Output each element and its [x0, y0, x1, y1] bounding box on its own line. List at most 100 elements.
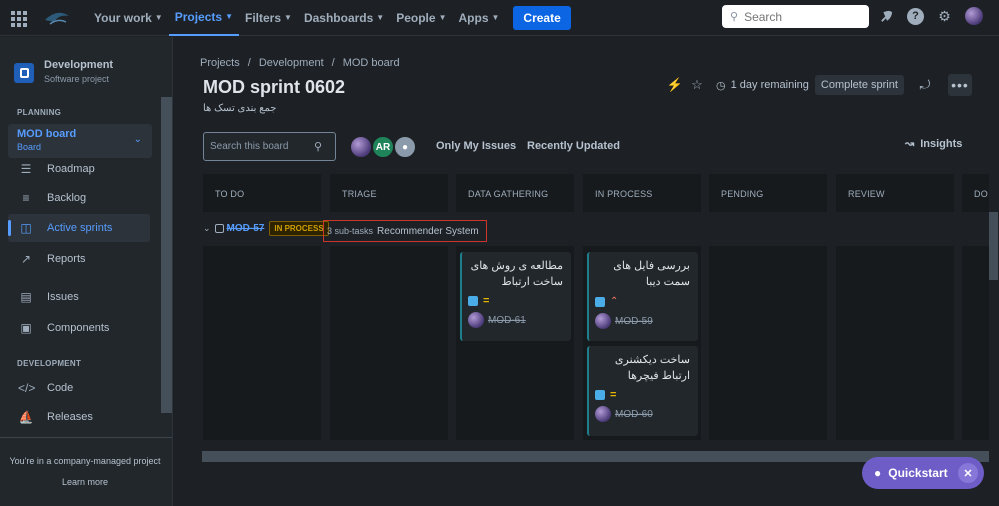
search-icon: ⚲	[730, 11, 739, 23]
breadcrumb-separator: /	[247, 57, 251, 69]
nav-label: Projects	[174, 9, 223, 24]
sidebar-item-label: Releases	[47, 411, 93, 423]
board-vertical-scrollbar[interactable]	[989, 212, 998, 280]
sidebar-item-issues[interactable]: ▤ Issues	[8, 283, 150, 311]
project-sidebar: Development Software project PLANNING MO…	[0, 37, 173, 506]
board-subtitle: Board	[17, 142, 42, 152]
components-icon: ▣	[20, 321, 32, 335]
nav-people[interactable]: People ▼	[390, 0, 452, 36]
sidebar-item-label: Active sprints	[47, 222, 113, 234]
column-header-to-do: TO DO	[203, 174, 321, 212]
only-my-issues-filter[interactable]: Only My Issues	[436, 140, 516, 152]
project-icon	[14, 63, 34, 83]
insights-label: Insights	[920, 137, 963, 150]
chevron-down-icon: ▼	[438, 13, 447, 22]
insights-button[interactable]: ↝ Insights	[905, 137, 963, 151]
jira-logo[interactable]	[42, 6, 72, 30]
parent-issue-summary: Recommender System	[377, 225, 479, 237]
automation-lightning-icon[interactable]: ⚡	[664, 77, 686, 93]
breadcrumb-mod-board[interactable]: MOD board	[343, 57, 400, 69]
sidebar-item-backlog[interactable]: ≡ Backlog	[8, 184, 150, 212]
avatar[interactable]	[349, 135, 373, 159]
sidebar-item-reports[interactable]: ↗ Reports	[8, 245, 150, 273]
share-icon[interactable]: ⤾	[914, 77, 936, 93]
card-key: MOD-61	[488, 314, 526, 326]
project-header[interactable]: Development Software project	[14, 59, 113, 84]
assignee-filter: AR ●	[349, 135, 417, 159]
clock-icon: ◷	[716, 79, 726, 92]
nav-label: Apps	[458, 10, 489, 25]
sidebar-item-releases[interactable]: ⛵ Releases	[8, 403, 150, 431]
sidebar-divider	[0, 437, 172, 438]
sprint-goal: جمع بندی تسک ها	[203, 103, 277, 114]
sidebar-item-label: Components	[47, 322, 110, 334]
sidebar-item-code[interactable]: </> Code	[8, 374, 150, 402]
nav-your-work[interactable]: Your work ▼	[88, 0, 169, 36]
priority-high-icon: ⌃	[610, 296, 619, 307]
board-search[interactable]: ⚲	[203, 132, 336, 161]
sidebar-item-roadmap[interactable]: ☰ Roadmap	[8, 155, 150, 183]
sidebar-item-components[interactable]: ▣ Components	[8, 314, 150, 342]
column-body-done	[962, 246, 989, 440]
notifications-icon[interactable]	[878, 8, 895, 25]
profile-avatar[interactable]	[965, 7, 983, 25]
settings-gear-icon[interactable]: ⚙	[936, 8, 953, 25]
story-type-icon	[214, 224, 224, 233]
assignee-avatar	[468, 312, 484, 328]
quickstart-label: Quickstart	[888, 466, 948, 480]
parent-issue-key[interactable]: MOD-57	[227, 223, 265, 234]
close-icon[interactable]: ✕	[958, 463, 978, 483]
planning-section-label: PLANNING	[17, 108, 62, 117]
board-selector[interactable]: MOD board Board ⌄	[8, 124, 152, 158]
help-icon[interactable]: ?	[907, 7, 924, 25]
complete-sprint-button[interactable]: Complete sprint	[814, 75, 904, 95]
card-title: مطالعه ی روش های ساخت ارتباط	[470, 260, 563, 288]
chevron-down-icon: ▼	[284, 13, 292, 22]
issue-card[interactable]: مطالعه ی روش های ساخت ارتباط = MOD-61	[460, 252, 571, 341]
nav-apps[interactable]: Apps ▼	[453, 0, 506, 36]
nav-dashboards[interactable]: Dashboards ▼	[298, 0, 390, 36]
backlog-icon: ≡	[22, 191, 30, 205]
sidebar-item-active-sprints[interactable]: ◫ Active sprints	[8, 214, 150, 242]
avatar-initials[interactable]: AR	[371, 135, 395, 159]
learn-more-link[interactable]: Learn more	[0, 477, 170, 487]
recently-updated-filter[interactable]: Recently Updated	[527, 140, 620, 152]
column-body-pending	[709, 246, 827, 440]
chevron-down-icon: ▼	[376, 13, 385, 22]
assignee-avatar	[595, 313, 611, 329]
global-search-input[interactable]	[744, 9, 855, 24]
app-switcher-icon[interactable]	[8, 8, 28, 28]
insights-chart-icon: ↝	[905, 138, 915, 150]
nav-label: Dashboards	[303, 10, 374, 25]
sidebar-item-label: Issues	[47, 291, 79, 303]
breadcrumb-development[interactable]: Development	[259, 57, 324, 69]
nav-filters[interactable]: Filters ▼	[239, 0, 298, 36]
issue-card[interactable]: ساخت دیکشنری ارتباط فیچرها = MOD-60	[587, 346, 698, 436]
sidebar-scrollbar[interactable]	[161, 97, 172, 413]
breadcrumb-projects[interactable]: Projects	[200, 57, 240, 69]
star-icon[interactable]: ☆	[686, 77, 708, 93]
create-button[interactable]: Create	[513, 5, 571, 30]
card-title: بررسی فایل های سمت دیبا	[613, 260, 690, 288]
card-key: MOD-59	[615, 315, 653, 327]
subtask-icon	[468, 296, 478, 306]
more-actions-icon[interactable]: •••	[947, 74, 972, 96]
chevron-down-icon[interactable]: ⌄	[203, 223, 211, 234]
subtask-icon	[595, 390, 605, 400]
column-header-triage: TRIAGE	[330, 174, 448, 212]
card-key: MOD-60	[615, 408, 653, 420]
sprint-remaining: ◷ 1 day remaining	[716, 79, 809, 92]
board-icon: ◫	[20, 221, 32, 235]
project-name: Development	[44, 59, 114, 71]
avatar-unassigned-icon[interactable]: ●	[393, 135, 417, 159]
issue-card[interactable]: بررسی فایل های سمت دیبا ⌃ MOD-59	[587, 252, 698, 341]
swimlane-header[interactable]: ⌄ MOD-57 IN PROCESS	[203, 221, 329, 236]
chevron-down-icon: ▼	[491, 13, 500, 22]
project-type: Software project	[44, 74, 110, 84]
nav-label: Filters	[245, 10, 282, 25]
subtask-icon	[595, 296, 605, 307]
quickstart-button[interactable]: ● Quickstart ✕	[862, 457, 984, 489]
global-search[interactable]: ⚲	[722, 5, 869, 28]
board-search-input[interactable]	[210, 141, 314, 152]
nav-projects[interactable]: Projects ▼	[168, 0, 239, 36]
